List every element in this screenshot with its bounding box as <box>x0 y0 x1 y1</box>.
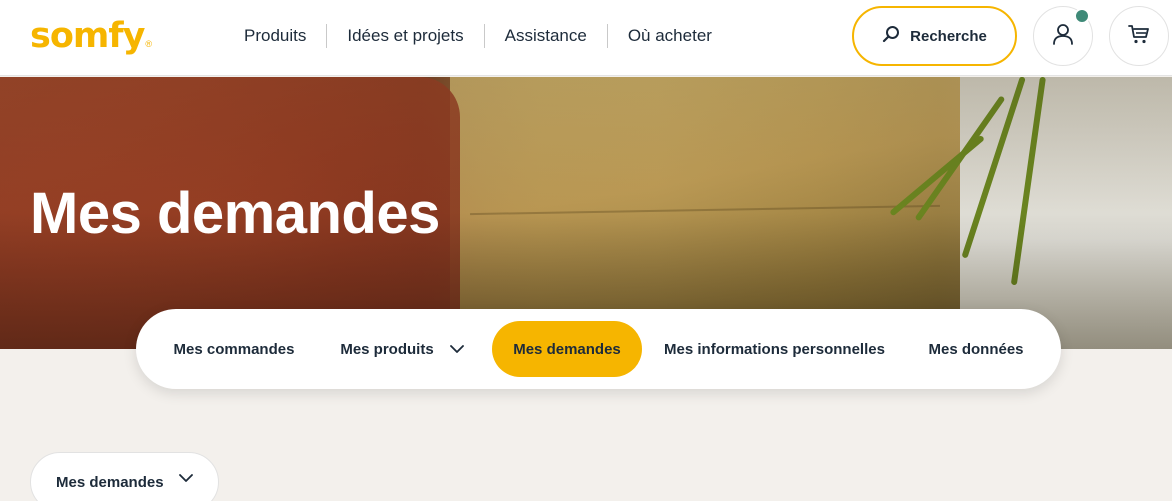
tab-label: Mes commandes <box>173 340 295 358</box>
site-header: somfy ® Produits Idées et projets Assist… <box>0 0 1172 76</box>
tab-label: Mes données <box>928 340 1024 358</box>
search-icon <box>882 25 900 48</box>
logo-registered-mark: ® <box>145 39 153 49</box>
tab-mes-informations-personnelles[interactable]: Mes informations personnelles <box>652 321 897 377</box>
chevron-down-icon[interactable] <box>449 344 464 354</box>
nav-item-assistance[interactable]: Assistance <box>485 26 607 46</box>
dropdown-label: Mes demandes <box>56 473 164 491</box>
tab-label: Mes informations personnelles <box>664 340 885 358</box>
tab-label: Mes demandes <box>513 340 621 358</box>
search-button[interactable]: Recherche <box>852 6 1017 66</box>
tab-mes-commandes[interactable]: Mes commandes <box>158 321 310 377</box>
chevron-down-icon <box>179 474 193 483</box>
nav-item-idees-et-projets[interactable]: Idées et projets <box>327 26 483 46</box>
tab-mes-produits[interactable]: Mes produits <box>322 321 482 377</box>
logo-text: somfy <box>30 16 145 56</box>
cart-button[interactable] <box>1109 6 1169 66</box>
requests-filter-dropdown[interactable]: Mes demandes <box>30 452 219 501</box>
tab-label: Mes produits <box>340 340 434 358</box>
nav-item-produits[interactable]: Produits <box>224 26 326 46</box>
tab-mes-donnees[interactable]: Mes données <box>908 321 1044 377</box>
search-button-label: Recherche <box>910 27 987 45</box>
account-tabs: Mes commandes Mes produits Mes demandes … <box>136 309 1061 389</box>
page-title: Mes demandes <box>30 181 440 246</box>
main-nav: Produits Idées et projets Assistance Où … <box>224 22 732 50</box>
nav-item-ou-acheter[interactable]: Où acheter <box>608 26 732 46</box>
notification-dot <box>1074 8 1090 24</box>
somfy-logo[interactable]: somfy ® <box>30 14 152 58</box>
user-icon <box>1051 22 1075 51</box>
cart-icon <box>1127 22 1151 51</box>
tab-mes-demandes[interactable]: Mes demandes <box>492 321 642 377</box>
